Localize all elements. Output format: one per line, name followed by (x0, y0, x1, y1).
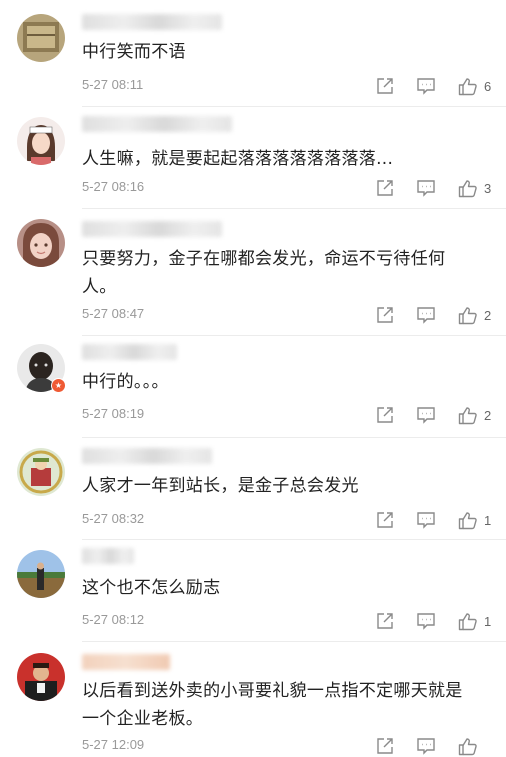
like-count: 3 (484, 180, 492, 196)
comment-meta: 5-27 12:09 (82, 735, 492, 757)
like-count: 1 (484, 613, 492, 629)
comment-time: 5-27 08:11 (82, 77, 144, 92)
thumbs-up-icon (458, 306, 477, 324)
comment-actions: 1 (376, 509, 492, 531)
like-button[interactable]: 2 (458, 406, 492, 425)
comment-icon[interactable] (416, 406, 436, 424)
comment-icon[interactable] (416, 511, 436, 529)
comment-meta: 5-27 08:19 2 (82, 404, 492, 426)
comment-text: 中行的。。。 (82, 372, 169, 392)
comment-actions: 1 (376, 610, 492, 632)
comment-meta: 5-27 08:11 6 (82, 75, 492, 97)
share-icon[interactable] (376, 511, 394, 529)
avatar[interactable] (17, 117, 65, 165)
like-button[interactable]: 1 (458, 511, 492, 530)
comment-actions: 2 (376, 404, 492, 426)
like-count: 2 (484, 407, 492, 423)
comment-time: 5-27 08:19 (82, 406, 145, 421)
share-icon[interactable] (376, 179, 394, 197)
comment-actions: 3 (376, 177, 492, 199)
avatar[interactable] (17, 653, 65, 701)
avatar[interactable] (17, 219, 65, 267)
comment-actions (376, 735, 492, 757)
comment-time: 5-27 12:09 (82, 737, 145, 752)
share-icon[interactable] (376, 406, 394, 424)
like-button[interactable] (458, 737, 492, 756)
comment-meta: 5-27 08:16 3 (82, 177, 492, 199)
like-button[interactable]: 6 (458, 77, 492, 96)
comment-icon[interactable] (416, 77, 436, 95)
comment-item: 人家才一年到站长，是金子总会发光 5-27 08:32 1 (0, 438, 506, 540)
comment-text: 只要努力，金子在哪都会发光，命运不亏待任何人。 (82, 249, 446, 297)
comment-actions: 6 (376, 75, 492, 97)
share-icon[interactable] (376, 612, 394, 630)
comment-text: 人家才一年到站长，是金子总会发光 (82, 476, 359, 496)
comment-item: 人生嘛，就是要起起落落落落落落落落... 5-27 08:16 3 (0, 107, 506, 209)
username-blurred[interactable] (82, 14, 222, 30)
comment-item: ★ 中行的。。。 5-27 08:19 2 (0, 336, 506, 438)
like-count: 2 (484, 307, 492, 323)
username-blurred[interactable] (82, 116, 232, 132)
share-icon[interactable] (376, 737, 394, 755)
comment-time: 5-27 08:12 (82, 612, 145, 627)
comment-text: 以后看到送外卖的小哥要礼貌一点指不定哪天就是一个企业老板。 (82, 681, 463, 729)
comment-item: 只要努力，金子在哪都会发光，命运不亏待任何人。 5-27 08:47 2 (0, 209, 506, 336)
thumbs-up-icon (458, 612, 477, 630)
comment-item: 以后看到送外卖的小哥要礼貌一点指不定哪天就是一个企业老板。 5-27 12:09 (0, 642, 506, 755)
thumbs-up-icon (458, 179, 477, 197)
comment-text: 这个也不怎么励志 (82, 578, 221, 598)
comment-text: 中行笑而不语 (82, 42, 186, 62)
comment-icon[interactable] (416, 179, 436, 197)
comment-meta: 5-27 08:12 1 (82, 610, 492, 632)
comment-time: 5-27 08:16 (82, 179, 145, 194)
avatar[interactable] (17, 14, 65, 62)
comment-meta: 5-27 08:47 2 (82, 304, 492, 326)
share-icon[interactable] (376, 77, 394, 95)
share-icon[interactable] (376, 306, 394, 324)
comment-icon[interactable] (416, 612, 436, 630)
comment-time: 5-27 08:32 (82, 511, 145, 526)
like-button[interactable]: 3 (458, 179, 492, 198)
username-blurred[interactable] (82, 654, 170, 670)
comment-item: 中行笑而不语 5-27 08:11 6 (0, 0, 506, 107)
comment-icon[interactable] (416, 306, 436, 324)
username-blurred[interactable] (82, 221, 222, 237)
comment-meta: 5-27 08:32 1 (82, 509, 492, 531)
username-blurred[interactable] (82, 448, 212, 464)
comment-item: 这个也不怎么励志 5-27 08:12 1 (0, 540, 506, 642)
username-blurred[interactable] (82, 548, 134, 564)
comment-time: 5-27 08:47 (82, 306, 145, 321)
thumbs-up-icon (458, 77, 477, 95)
like-button[interactable]: 2 (458, 306, 492, 325)
verified-badge-icon: ★ (51, 378, 66, 393)
like-count: 1 (484, 512, 492, 528)
like-button[interactable]: 1 (458, 612, 492, 631)
avatar[interactable] (17, 448, 65, 496)
comment-icon[interactable] (416, 737, 436, 755)
thumbs-up-icon (458, 511, 477, 529)
comment-actions: 2 (376, 304, 492, 326)
like-count: 6 (484, 78, 492, 94)
avatar[interactable] (17, 550, 65, 598)
thumbs-up-icon (458, 406, 477, 424)
comment-text: 人生嘛，就是要起起落落落落落落落落... (82, 149, 394, 169)
thumbs-up-icon (458, 737, 477, 755)
username-blurred[interactable] (82, 344, 177, 360)
